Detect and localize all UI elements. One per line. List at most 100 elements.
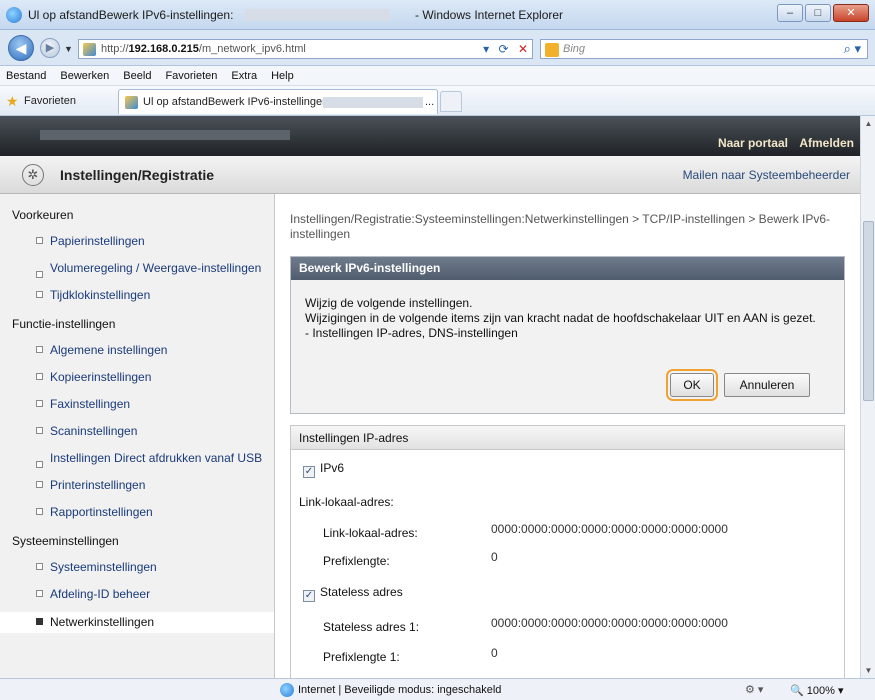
sidebar-item-systeem[interactable]: Systeeminstellingen	[0, 560, 274, 575]
breadcrumb: Instellingen/Registratie:Systeeminstelli…	[290, 212, 831, 241]
bullet-icon	[36, 346, 43, 353]
ipv6-row: ✓ IPv6	[303, 461, 344, 478]
sidebar-item-scan[interactable]: Scaninstellingen	[0, 424, 274, 439]
menu-beeld[interactable]: Beeld	[123, 70, 151, 82]
menu-bar: Bestand Bewerken Beeld Favorieten Extra …	[0, 66, 875, 86]
sidebar-item-fax[interactable]: Faxinstellingen	[0, 397, 274, 412]
title-bar: Ul op afstandBewerk IPv6-instellingen: -…	[0, 0, 875, 30]
sidebar-item-netwerk[interactable]: Netwerkinstellingen	[0, 612, 274, 633]
ip-address-settings: Instellingen IP-adres ✓ IPv6 Link-lokaal-…	[290, 425, 845, 678]
sidebar-item-papierinstellingen[interactable]: Papierinstellingen	[0, 234, 274, 249]
page-viewport: Naar portaal Afmelden ✲ Instellingen/Reg…	[0, 116, 860, 678]
panel-title: Bewerk IPv6-instellingen	[291, 257, 844, 280]
menu-help[interactable]: Help	[271, 70, 294, 82]
minimize-button[interactable]: –	[777, 4, 803, 22]
stop-icon[interactable]: ✕	[518, 42, 528, 56]
sidebar-item-kopieer[interactable]: Kopieerinstellingen	[0, 370, 274, 385]
redacted-title-text	[245, 9, 390, 21]
sidebar-item-algemene[interactable]: Algemene instellingen	[0, 343, 274, 358]
address-actions: ▾ ⟳ ✕	[483, 42, 528, 56]
settings-gear-icon: ✲	[22, 164, 44, 186]
search-icon[interactable]: ⌕ ▾	[844, 41, 861, 57]
close-button[interactable]: ✕	[833, 4, 869, 22]
panel-buttons: OK Annuleren	[666, 369, 810, 401]
link-local-heading: Link-lokaal-adres:	[299, 495, 394, 509]
window-title-suffix: - Windows Internet Explorer	[415, 8, 564, 22]
message-line-1: Wijzig de volgende instellingen.	[305, 296, 473, 310]
bullet-icon	[36, 373, 43, 380]
bing-logo-icon	[545, 43, 559, 57]
stateless-checkbox[interactable]: ✓	[303, 590, 315, 602]
menu-bewerken[interactable]: Bewerken	[60, 70, 109, 82]
sidebar-item-volumeregeling[interactable]: Volumeregeling / Weergave-instellingen	[0, 261, 274, 278]
bullet-icon	[36, 508, 43, 515]
link-local-label: Link-lokaal-adres:	[323, 526, 418, 540]
prefix-label: Prefixlengte:	[323, 554, 390, 568]
menu-extra[interactable]: Extra	[231, 70, 257, 82]
address-toolbar: ◀ ▶ ▼ http://192.168.0.215/m_network_ipv…	[0, 30, 875, 66]
prefix1-label: Prefixlengte 1:	[323, 650, 400, 664]
naar-portaal-link[interactable]: Naar portaal	[718, 136, 788, 150]
menu-bestand[interactable]: Bestand	[6, 70, 46, 82]
scroll-thumb[interactable]	[863, 221, 874, 401]
sidebar-item-usb[interactable]: Instellingen Direct afdrukken vanaf USB	[0, 451, 274, 468]
sidebar-item-printer[interactable]: Printerinstellingen	[0, 478, 274, 493]
page-header: ✲ Instellingen/Registratie Mailen naar S…	[0, 156, 860, 194]
tab-ellipsis: ...	[425, 96, 435, 108]
vertical-scrollbar[interactable]: ▲ ▼	[860, 116, 875, 678]
cancel-button[interactable]: Annuleren	[724, 373, 810, 397]
favorites-bar: ★ Favorieten Ul op afstandBewerk IPv6-in…	[0, 86, 875, 116]
panel-message: Wijzig de volgende instellingen. Wijzigi…	[291, 280, 844, 341]
bullet-icon	[36, 427, 43, 434]
new-tab-button[interactable]	[440, 91, 462, 112]
search-placeholder: Bing	[563, 43, 586, 55]
address-dropdown-icon[interactable]: ▾	[483, 42, 489, 56]
recent-pages-dropdown-icon[interactable]: ▼	[64, 44, 73, 54]
protected-mode-icon[interactable]: ⚙ ▾	[745, 683, 763, 696]
back-button[interactable]: ◀	[8, 35, 34, 61]
afmelden-link[interactable]: Afmelden	[799, 136, 854, 150]
ipv6-label: IPv6	[320, 461, 345, 475]
forward-button[interactable]: ▶	[40, 38, 60, 58]
bullet-icon	[36, 237, 43, 244]
redacted-device-name	[40, 130, 290, 140]
ok-button[interactable]: OK	[666, 369, 718, 401]
favorites-button[interactable]: Favorieten	[24, 95, 76, 107]
ie-logo-icon	[6, 7, 22, 23]
mail-admin-link[interactable]: Mailen naar Systeembeheerder	[683, 168, 850, 182]
stateless1-value: 0000:0000:0000:0000:0000:0000:0000:0000	[491, 616, 728, 630]
browser-tab[interactable]: Ul op afstandBewerk IPv6-instellingen: .…	[118, 89, 438, 114]
status-bar: Internet | Beveiligde modus: ingeschakel…	[0, 678, 875, 700]
section-title: Instellingen IP-adres	[291, 426, 844, 450]
sidebar-item-afdeling[interactable]: Afdeling-ID beheer	[0, 587, 274, 602]
link-local-value: 0000:0000:0000:0000:0000:0000:0000:0000	[491, 522, 728, 536]
search-input[interactable]: Bing ⌕ ▾	[540, 39, 868, 59]
bullet-icon	[36, 271, 43, 278]
maximize-button[interactable]: □	[805, 4, 831, 22]
site-favicon-icon	[83, 43, 96, 56]
menu-favorieten[interactable]: Favorieten	[165, 70, 217, 82]
window-title: Ul op afstandBewerk IPv6-instellingen:	[28, 8, 234, 22]
sidebar-group-voorkeuren: Voorkeuren	[12, 208, 74, 222]
url-text: http://192.168.0.215/m_network_ipv6.html	[101, 43, 306, 55]
sidebar-item-rapport[interactable]: Rapportinstellingen	[0, 505, 274, 520]
bullet-icon	[36, 400, 43, 407]
edit-ipv6-panel: Bewerk IPv6-instellingen Wijzig de volge…	[290, 256, 845, 414]
redacted-tab-text	[323, 97, 423, 108]
main-content: Instellingen/Registratie:Systeeminstelli…	[276, 194, 860, 678]
sidebar-item-tijdklok[interactable]: Tijdklokinstellingen	[0, 288, 274, 303]
internet-zone-icon	[280, 683, 294, 697]
portal-band: Naar portaal Afmelden	[0, 116, 860, 156]
scroll-up-icon[interactable]: ▲	[861, 116, 875, 131]
address-input[interactable]: http://192.168.0.215/m_network_ipv6.html…	[78, 39, 533, 59]
ipv6-checkbox[interactable]: ✓	[303, 466, 315, 478]
tab-label: Ul op afstandBewerk IPv6-instellingen:	[143, 96, 332, 108]
message-line-2: Wijzigingen in de volgende items zijn va…	[305, 311, 816, 325]
sidebar-group-functie: Functie-instellingen	[12, 317, 116, 331]
refresh-icon[interactable]: ⟳	[499, 42, 509, 56]
favorites-star-icon[interactable]: ★	[6, 93, 19, 110]
zoom-level[interactable]: 🔍 100% ▾	[790, 684, 843, 697]
tab-favicon-icon	[125, 96, 138, 109]
window-controls: – □ ✕	[777, 4, 869, 22]
scroll-down-icon[interactable]: ▼	[861, 663, 875, 678]
